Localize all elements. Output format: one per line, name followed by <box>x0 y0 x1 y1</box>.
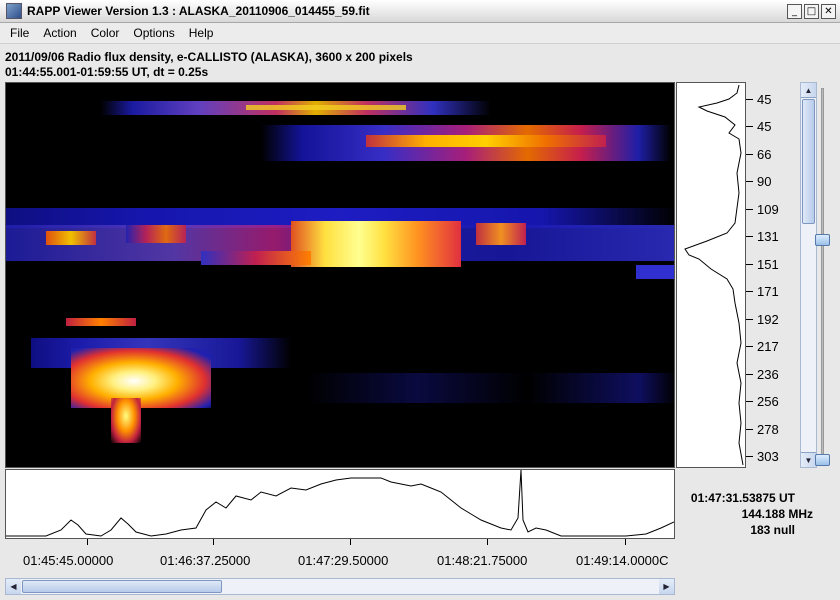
time-tick <box>87 539 88 545</box>
spectrogram[interactable] <box>5 82 675 468</box>
freq-tick: 45 <box>746 92 771 107</box>
freq-tick: 256 <box>746 394 779 409</box>
time-axis: 01:45:45.00000 01:46:37.25000 01:47:29.5… <box>5 539 675 569</box>
readout-frequency: 144.188 MHz <box>741 507 813 521</box>
time-label: 01:45:45.00000 <box>23 553 114 568</box>
readout-time: 01:47:31.53875 UT <box>690 491 795 505</box>
freq-tick: 217 <box>746 339 779 354</box>
window-title: RAPP Viewer Version 1.3 : ALASKA_2011090… <box>27 4 370 18</box>
horizontal-scrollbar[interactable]: ◀ ▶ <box>5 578 675 595</box>
freq-tick: 171 <box>746 284 779 299</box>
readout-value: 183 null <box>750 523 795 537</box>
freq-tick: 303 <box>746 449 779 464</box>
freq-tick: 66 <box>746 147 771 162</box>
java-cup-icon <box>6 3 22 19</box>
menu-file[interactable]: File <box>3 26 36 40</box>
menu-color[interactable]: Color <box>84 26 127 40</box>
info-line-2: 01:44:55.001-01:59:55 UT, dt = 0.25s <box>5 65 209 79</box>
freq-tick: 109 <box>746 202 779 217</box>
freq-tick: 236 <box>746 367 779 382</box>
time-label: 01:49:14.0000C <box>576 553 669 568</box>
freq-tick: 151 <box>746 257 779 272</box>
freq-tick: 131 <box>746 229 779 244</box>
slider-thumb-upper[interactable] <box>815 234 830 246</box>
minimize-button[interactable]: _ <box>787 4 802 19</box>
light-curve-plot <box>5 469 675 539</box>
freq-tick: 45 <box>746 119 771 134</box>
close-button[interactable]: ✕ <box>821 4 836 19</box>
maximize-button[interactable]: □ <box>804 4 819 19</box>
info-line-1: 2011/09/06 Radio flux density, e-CALLIST… <box>5 50 413 64</box>
horizontal-scroll-thumb[interactable] <box>22 580 222 593</box>
time-label: 01:47:29.50000 <box>298 553 389 568</box>
arrow-right-icon[interactable]: ▶ <box>659 579 674 594</box>
freq-tick: 192 <box>746 312 779 327</box>
freq-tick: 278 <box>746 422 779 437</box>
frequency-axis: 45 45 66 90 109 131 151 171 192 217 236 … <box>746 82 798 468</box>
slider-track <box>821 88 824 464</box>
arrow-left-icon[interactable]: ◀ <box>6 579 21 594</box>
frequency-profile-plot <box>676 82 746 468</box>
menu-bar: File Action Color Options Help <box>0 23 840 44</box>
menu-help[interactable]: Help <box>182 26 221 40</box>
menu-action[interactable]: Action <box>36 26 83 40</box>
profile-curve <box>684 84 744 466</box>
slider-thumb-lower[interactable] <box>815 454 830 466</box>
time-tick <box>213 539 214 545</box>
light-curve-line <box>6 469 675 537</box>
time-tick <box>625 539 626 545</box>
contrast-slider[interactable] <box>812 82 832 468</box>
title-bar: RAPP Viewer Version 1.3 : ALASKA_2011090… <box>0 0 840 23</box>
menu-options[interactable]: Options <box>126 26 181 40</box>
time-label: 01:48:21.75000 <box>437 553 528 568</box>
time-tick <box>487 539 488 545</box>
time-tick <box>350 539 351 545</box>
time-label: 01:46:37.25000 <box>160 553 251 568</box>
freq-tick: 90 <box>746 174 771 189</box>
